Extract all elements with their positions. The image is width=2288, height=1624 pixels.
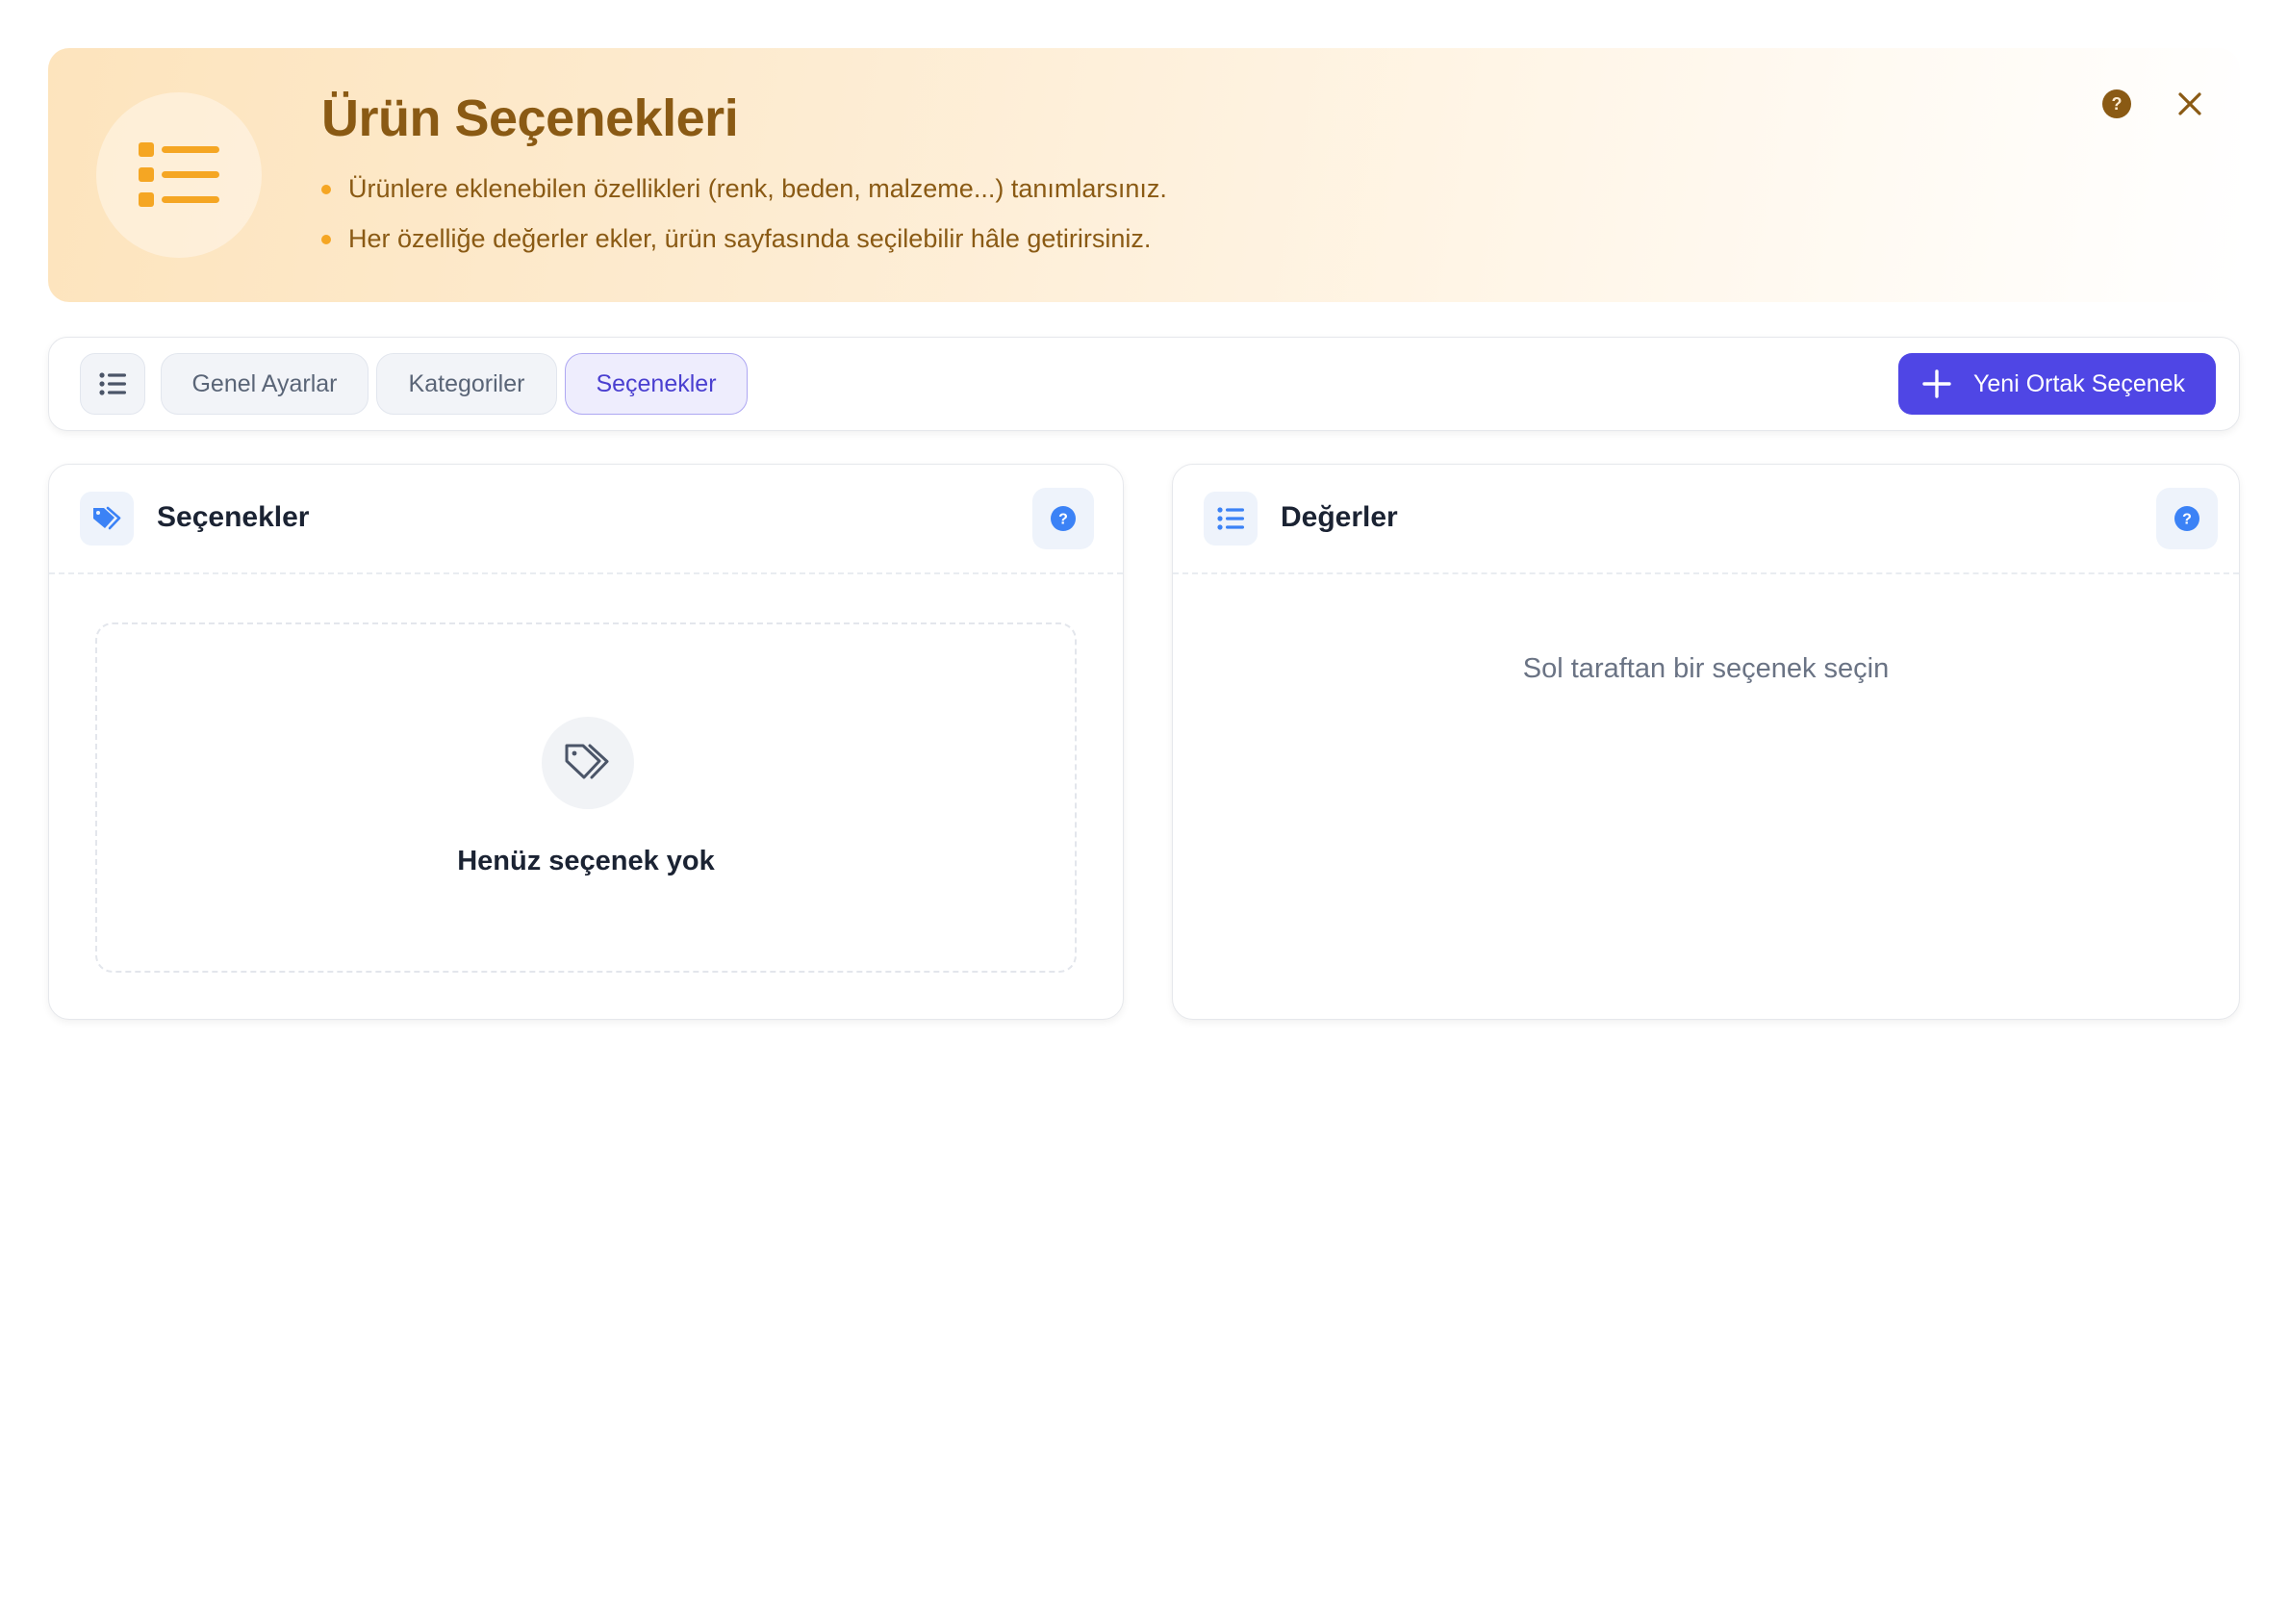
plus-icon	[1922, 369, 1951, 398]
values-panel: Değerler ? Sol taraftan bir seçenek seçi…	[1172, 464, 2240, 1020]
empty-state-text: Henüz seçenek yok	[457, 846, 715, 876]
banner-bullet: Her özelliğe değerler ekler, ürün sayfas…	[321, 217, 1167, 267]
empty-icon-wrap	[542, 717, 634, 809]
tab-categories[interactable]: Kategoriler	[376, 353, 557, 415]
list-icon	[1217, 507, 1244, 530]
menu-toggle-button[interactable]	[80, 353, 145, 415]
values-panel-title: Değerler	[1281, 501, 1398, 533]
page-title: Ürün Seçenekleri	[321, 89, 739, 147]
tab-toolbar: Genel Ayarlar Kategoriler Seçenekler Yen…	[48, 337, 2240, 431]
info-banner: Ürün Seçenekleri Ürünlere eklenebilen öz…	[48, 48, 2240, 302]
banner-icon-wrap	[96, 92, 262, 258]
tab-general-settings[interactable]: Genel Ayarlar	[161, 353, 369, 415]
list-icon	[139, 142, 219, 207]
close-icon	[2178, 92, 2201, 115]
values-panel-header: Değerler ?	[1173, 465, 2239, 574]
help-icon: ?	[2174, 506, 2199, 531]
values-header-icon-wrap	[1204, 492, 1258, 546]
help-icon: ?	[1051, 506, 1076, 531]
close-button[interactable]	[2169, 83, 2211, 125]
tags-icon	[93, 506, 121, 530]
list-icon	[99, 372, 126, 395]
values-hint-text: Sol taraftan bir seçenek seçin	[1522, 653, 1890, 684]
options-help-button[interactable]: ?	[1032, 488, 1094, 549]
options-panel-title: Seçenekler	[157, 501, 310, 533]
tab-options[interactable]: Seçenekler	[565, 353, 748, 415]
help-button[interactable]: ?	[2097, 85, 2136, 123]
tags-outline-icon	[565, 744, 609, 779]
options-empty-state: Henüz seçenek yok	[95, 622, 1077, 973]
banner-bullet: Ürünlere eklenebilen özellikleri (renk, …	[321, 167, 1167, 217]
options-panel: Seçenekler ? Henüz seçenek yok	[48, 464, 1124, 1020]
help-icon: ?	[2102, 89, 2131, 118]
svg-text:?: ?	[1058, 512, 1068, 528]
svg-text:?: ?	[2112, 94, 2123, 114]
values-help-button[interactable]: ?	[2156, 488, 2218, 549]
new-common-option-button[interactable]: Yeni Ortak Seçenek	[1898, 353, 2216, 415]
banner-description: Ürünlere eklenebilen özellikleri (renk, …	[321, 167, 1167, 267]
svg-text:?: ?	[2182, 512, 2192, 528]
new-button-label: Yeni Ortak Seçenek	[1973, 369, 2186, 397]
options-panel-header: Seçenekler ?	[49, 465, 1123, 574]
options-header-icon-wrap	[80, 492, 134, 546]
